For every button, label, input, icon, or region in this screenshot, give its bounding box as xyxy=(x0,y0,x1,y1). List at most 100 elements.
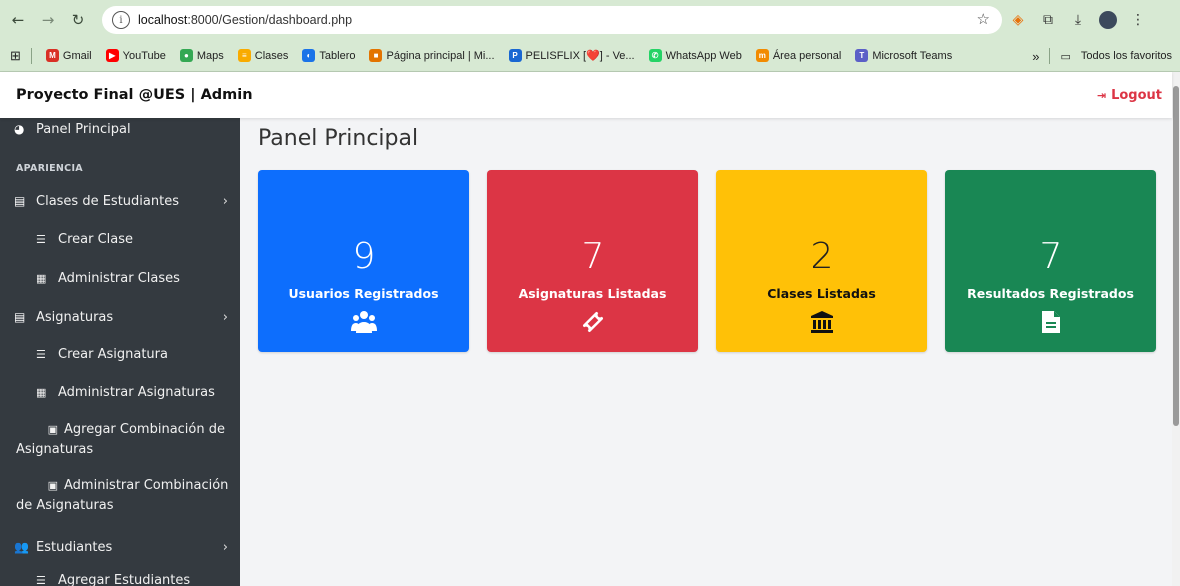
stat-card-resultados[interactable]: 7 Resultados Registrados xyxy=(945,170,1156,352)
bookmark-favicon-icon: ✆ xyxy=(648,49,662,62)
bookmark-item[interactable]: ▶ YouTube xyxy=(105,49,166,62)
puzzle-icon[interactable]: ⧉ xyxy=(1038,10,1058,30)
chevron-right-icon: › xyxy=(222,193,228,209)
stat-card-asignaturas[interactable]: 7 Asignaturas Listadas xyxy=(487,170,698,352)
bookmark-label: WhatsApp Web xyxy=(665,49,742,62)
ticket-icon xyxy=(487,310,698,334)
extension-icon[interactable]: ◈ xyxy=(1008,10,1028,30)
page-scrollbar[interactable] xyxy=(1172,72,1180,586)
logout-label: Logout xyxy=(1111,87,1162,103)
bookmark-favicon-icon: ≡ xyxy=(237,49,251,62)
bookmarks-bar: ⊞ M Gmail ▶ YouTube ● Maps ≡ Clases ◐ Tablero ■ Pág… xyxy=(0,40,1180,72)
sidebar-item-label: Panel Principal xyxy=(36,121,131,137)
bookmark-separator xyxy=(1049,48,1051,64)
bookmark-item[interactable]: m Área personal xyxy=(755,49,842,62)
bookmark-label: Página principal | Mi... xyxy=(386,49,495,62)
bookmark-favicon-icon: ▶ xyxy=(105,49,119,62)
bookmark-item[interactable]: ◐ Tablero xyxy=(302,49,355,62)
bookmark-favicon-icon: ■ xyxy=(369,49,383,62)
brand-title[interactable]: Proyecto Final @UES | Admin xyxy=(16,87,253,103)
file-icon: ▤ xyxy=(14,310,26,324)
bookmark-item[interactable]: ● Maps xyxy=(179,49,224,62)
bookmark-label: Área personal xyxy=(772,49,842,62)
stat-label: Usuarios Registrados xyxy=(288,286,439,301)
apps-grid-icon[interactable]: ⊞ xyxy=(10,48,21,64)
sidebar-section-heading: APARIENCIA xyxy=(16,162,83,174)
bookmark-label: Clases xyxy=(254,49,289,62)
table-icon: ▦ xyxy=(36,386,47,399)
list-icon: ☰ xyxy=(36,574,46,586)
sidebar-subitem-crear-asignatura[interactable]: ☰ Crear Asignatura xyxy=(0,336,240,374)
bookmark-label: YouTube xyxy=(122,49,166,62)
sidebar-subitem-agregar-estudiantes[interactable]: ☰ Agregar Estudiantes xyxy=(0,566,240,586)
bookmark-favicon-icon: M xyxy=(45,49,59,62)
stat-label: Clases Listadas xyxy=(767,286,876,301)
file-icon: ▤ xyxy=(14,194,26,208)
file-text-icon xyxy=(945,310,1156,334)
reload-icon[interactable]: ↻ xyxy=(66,8,90,32)
bookmark-label: PELISFLIX [❤️] - Ve... xyxy=(525,50,635,62)
bookmark-label: Microsoft Teams xyxy=(872,49,953,62)
sidebar-item-estudiantes[interactable]: 👥 Estudiantes › xyxy=(0,528,240,566)
id-card-icon: ▣ xyxy=(47,423,58,436)
users-icon: 👥 xyxy=(14,540,29,554)
dashboard-icon: ◕ xyxy=(14,122,25,136)
stat-value: 9 xyxy=(352,236,376,277)
sidebar-item-panel-principal[interactable]: ◕ Panel Principal xyxy=(0,118,240,142)
stat-card-clases[interactable]: 2 Clases Listadas xyxy=(716,170,927,352)
bookmark-label: Maps xyxy=(196,49,224,62)
bank-icon xyxy=(716,310,927,334)
sidebar-item-asignaturas[interactable]: ▤ Asignaturas › xyxy=(0,298,240,336)
bookmark-item[interactable]: P PELISFLIX [❤️] - Ve... xyxy=(508,49,635,62)
url-text: localhost:8000/Gestion/dashboard.php xyxy=(138,13,353,27)
scrollbar-thumb[interactable] xyxy=(1173,86,1179,426)
main-content: Panel Principal 9 Usuarios Registrados 7… xyxy=(240,118,1172,586)
sidebar-subitem-crear-clase[interactable]: ☰ Crear Clase xyxy=(0,220,240,259)
folder-icon: ▭ xyxy=(1060,50,1071,63)
sidebar-item-clases[interactable]: ▤ Clases de Estudiantes › xyxy=(0,182,240,220)
bookmark-star-icon[interactable]: ☆ xyxy=(977,10,990,28)
sign-out-icon: ⇥ xyxy=(1096,88,1107,102)
sidebar-subitem-label: Crear Clase xyxy=(58,231,134,247)
id-card-icon: ▣ xyxy=(47,479,58,492)
back-arrow-icon[interactable]: ← xyxy=(6,8,30,32)
list-icon: ☰ xyxy=(36,348,46,361)
bookmark-favicon-icon: P xyxy=(508,49,522,62)
sidebar-subitem-administrar-combinacion[interactable]: ▣ Administrar Combinación de Asignaturas xyxy=(0,470,240,526)
download-icon[interactable]: ⤓ xyxy=(1068,10,1088,30)
app-header: Proyecto Final @UES | Admin ⇥ Logout xyxy=(0,72,1172,118)
sidebar-item-label: Asignaturas xyxy=(36,309,114,325)
bookmark-label: Tablero xyxy=(319,49,356,62)
chevron-right-icon: › xyxy=(222,539,228,555)
sidebar-item-label: Clases de Estudiantes xyxy=(36,193,179,209)
page-title: Panel Principal xyxy=(258,126,419,151)
logout-button[interactable]: ⇥ Logout xyxy=(1097,88,1162,103)
forward-arrow-icon[interactable]: → xyxy=(36,8,60,32)
bookmark-label: Gmail xyxy=(62,49,92,62)
bookmark-item[interactable]: ■ Página principal | Mi... xyxy=(369,49,495,62)
menu-kebab-icon[interactable]: ⋮ xyxy=(1128,10,1148,30)
bookmark-favicon-icon: m xyxy=(755,49,769,62)
all-bookmarks-link[interactable]: Todos los favoritos xyxy=(1081,50,1172,62)
bookmark-favicon-icon: T xyxy=(855,49,869,62)
stat-card-usuarios[interactable]: 9 Usuarios Registrados xyxy=(258,170,469,352)
bookmark-item[interactable]: ≡ Clases xyxy=(237,49,289,62)
sidebar-subitem-administrar-asignaturas[interactable]: ▦ Administrar Asignaturas xyxy=(0,374,240,412)
sidebar-subitem-administrar-clases[interactable]: ▦ Administrar Clases xyxy=(0,259,240,298)
sidebar-subitem-label: Agregar Estudiantes xyxy=(58,573,191,586)
bookmark-item[interactable]: M Gmail xyxy=(45,49,92,62)
site-info-icon[interactable]: i xyxy=(112,11,130,29)
bookmark-favicon-icon: ● xyxy=(179,49,193,62)
sidebar-subitem-agregar-combinacion[interactable]: ▣ Agregar Combinación de Asignaturas xyxy=(0,412,240,470)
sidebar-subitem-label: Administrar Clases xyxy=(58,270,180,286)
bookmark-item[interactable]: ✆ WhatsApp Web xyxy=(648,49,742,62)
profile-avatar[interactable] xyxy=(1098,10,1118,30)
sidebar: ◕ Panel Principal APARIENCIA ▤ Clases de… xyxy=(0,118,240,586)
bookmarks-overflow-button[interactable]: » xyxy=(1032,49,1039,64)
address-bar[interactable]: i localhost:8000/Gestion/dashboard.php ☆ xyxy=(102,6,1002,34)
bookmark-item[interactable]: T Microsoft Teams xyxy=(855,49,952,62)
sidebar-subitem-label: Crear Asignatura xyxy=(58,347,168,362)
browser-toolbar: ← → ↻ i localhost:8000/Gestion/dashboard… xyxy=(0,0,1180,40)
stat-label: Resultados Registrados xyxy=(967,286,1134,301)
stat-value: 2 xyxy=(810,236,834,277)
